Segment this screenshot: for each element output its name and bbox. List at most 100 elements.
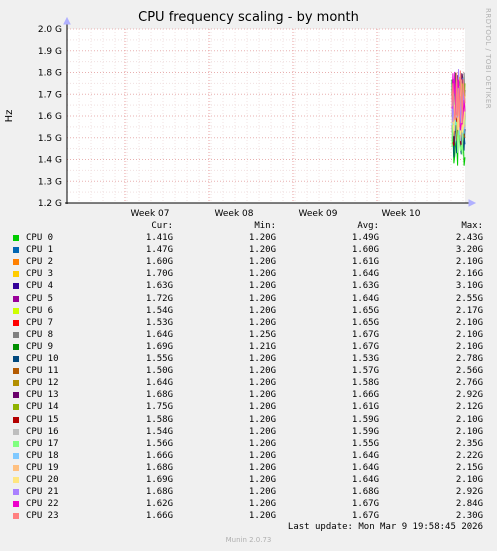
y-axis-arrow — [63, 16, 71, 25]
legend-cur-value: 1.55G — [145, 354, 173, 364]
legend-swatch — [13, 440, 19, 447]
legend-avg-value: 1.64G — [351, 462, 379, 473]
legend-row: CPU 10 1.55G 1.20G 1.53G 2.78G — [0, 353, 497, 365]
legend-row: CPU 7 1.53G 1.20G 1.65G 2.10G — [0, 317, 497, 329]
legend-max-value: 3.10G — [455, 281, 483, 292]
legend-avg-value: 1.61G — [351, 257, 379, 268]
legend-cur-value: 1.64G — [145, 329, 173, 340]
legend-series-name: CPU 12 — [26, 378, 59, 389]
legend-swatch — [13, 416, 19, 423]
legend-row: CPU 19 1.68G 1.20G 1.64G 2.15G — [0, 462, 497, 474]
legend-swatch — [13, 343, 19, 350]
legend-cur-value: 1.50G — [145, 366, 173, 377]
legend-header-min: Min: — [254, 221, 276, 231]
legend-max-value: 2.30G — [455, 511, 483, 522]
legend-swatch — [13, 259, 19, 266]
legend-avg-value: 1.58G — [351, 378, 379, 389]
legend-avg-value: 1.67G — [351, 499, 379, 510]
legend-row: CPU 21 1.68G 1.20G 1.68G 2.92G — [0, 486, 497, 498]
legend-min-value: 1.20G — [248, 317, 276, 328]
legend-series-name: CPU 9 — [26, 341, 54, 352]
legend-cur-value: 1.56G — [145, 438, 173, 449]
legend-cur-value: 1.70G — [145, 269, 173, 280]
legend-swatch — [13, 331, 19, 338]
legend-row: CPU 9 1.69G 1.21G 1.67G 2.10G — [0, 341, 497, 353]
legend-header-max: Max: — [461, 221, 483, 231]
legend-series-name: CPU 16 — [26, 426, 59, 437]
legend-row: CPU 17 1.56G 1.20G 1.55G 2.35G — [0, 438, 497, 450]
legend-avg-value: 1.59G — [351, 414, 379, 425]
legend-row: CPU 13 1.68G 1.20G 1.66G 2.92G — [0, 389, 497, 401]
legend-cur-value: 1.66G — [145, 511, 173, 522]
legend-min-value: 1.20G — [248, 438, 276, 449]
legend-avg-value: 1.65G — [351, 305, 379, 316]
legend-row: CPU 8 1.64G 1.25G 1.67G 2.10G — [0, 329, 497, 341]
y-tick-label: 1.5 G — [38, 134, 62, 144]
legend-min-value: 1.25G — [248, 329, 276, 340]
legend-row: CPU 14 1.75G 1.20G 1.61G 2.12G — [0, 401, 497, 413]
legend-series-name: CPU 3 — [26, 269, 54, 280]
legend-avg-value: 1.67G — [351, 511, 379, 522]
legend-row: CPU 4 1.63G 1.20G 1.63G 3.10G — [0, 280, 497, 292]
legend-min-value: 1.20G — [248, 414, 276, 425]
legend-header-avg: Avg: — [357, 221, 379, 231]
legend-max-value: 2.43G — [455, 233, 483, 243]
legend-row: CPU 0 1.41G 1.20G 1.49G 2.43G — [0, 232, 497, 244]
legend-swatch — [13, 247, 19, 254]
legend-max-value: 2.10G — [455, 341, 483, 352]
legend-swatch — [13, 283, 19, 290]
legend-max-value: 2.92G — [455, 487, 483, 498]
legend-min-value: 1.20G — [248, 426, 276, 437]
legend-max-value: 3.20G — [455, 245, 483, 256]
legend-row: CPU 1 1.47G 1.20G 1.60G 3.20G — [0, 244, 497, 256]
legend-min-value: 1.21G — [248, 341, 276, 352]
legend-cur-value: 1.62G — [145, 499, 173, 510]
legend-max-value: 2.92G — [455, 390, 483, 401]
legend-min-value: 1.20G — [248, 475, 276, 485]
legend-max-value: 2.10G — [455, 414, 483, 425]
legend-min-value: 1.20G — [248, 511, 276, 522]
legend-cur-value: 1.64G — [145, 378, 173, 389]
legend-cur-value: 1.60G — [145, 257, 173, 268]
legend-avg-value: 1.66G — [351, 390, 379, 401]
legend-series-name: CPU 15 — [26, 414, 59, 425]
legend-max-value: 2.22G — [455, 450, 483, 461]
legend-avg-value: 1.57G — [351, 366, 379, 377]
legend-avg-value: 1.55G — [351, 438, 379, 449]
legend-avg-value: 1.61G — [351, 402, 379, 413]
legend-row: CPU 20 1.69G 1.20G 1.64G 2.10G — [0, 474, 497, 486]
legend-cur-value: 1.72G — [145, 293, 173, 304]
legend-cur-value: 1.53G — [145, 317, 173, 328]
legend-avg-value: 1.64G — [351, 475, 379, 485]
legend-avg-value: 1.67G — [351, 341, 379, 352]
legend-swatch — [13, 295, 19, 302]
legend-min-value: 1.20G — [248, 390, 276, 401]
legend-swatch — [13, 428, 19, 435]
legend-max-value: 2.17G — [455, 305, 483, 316]
legend-series-name: CPU 19 — [26, 462, 59, 473]
legend-cur-value: 1.75G — [145, 402, 173, 413]
legend-series-name: CPU 8 — [26, 329, 54, 340]
y-axis-label: Hz — [4, 110, 15, 123]
y-tick-label: 2.0 G — [38, 25, 62, 35]
y-tick-label: 1.3 G — [38, 177, 62, 187]
legend-row: CPU 3 1.70G 1.20G 1.64G 2.16G — [0, 268, 497, 280]
legend-cur-value: 1.58G — [145, 414, 173, 425]
legend-series-name: CPU 17 — [26, 438, 59, 449]
legend-series-name: CPU 14 — [26, 402, 59, 413]
legend-series-name: CPU 20 — [26, 475, 59, 485]
legend-min-value: 1.20G — [248, 305, 276, 316]
legend-row: CPU 15 1.58G 1.20G 1.59G 2.10G — [0, 414, 497, 426]
legend-swatch — [13, 380, 19, 387]
legend-series-name: CPU 10 — [26, 354, 59, 364]
legend-swatch — [13, 235, 19, 241]
x-axis-arrow — [468, 199, 477, 207]
legend-cur-value: 1.54G — [145, 305, 173, 316]
legend-cur-value: 1.41G — [145, 233, 173, 243]
x-tick-label: Week 09 — [299, 209, 338, 219]
legend-swatch — [13, 452, 19, 459]
legend-swatch — [13, 501, 19, 508]
legend-max-value: 2.15G — [455, 462, 483, 473]
y-tick-label: 1.8 G — [38, 69, 62, 79]
legend-swatch — [13, 464, 19, 471]
